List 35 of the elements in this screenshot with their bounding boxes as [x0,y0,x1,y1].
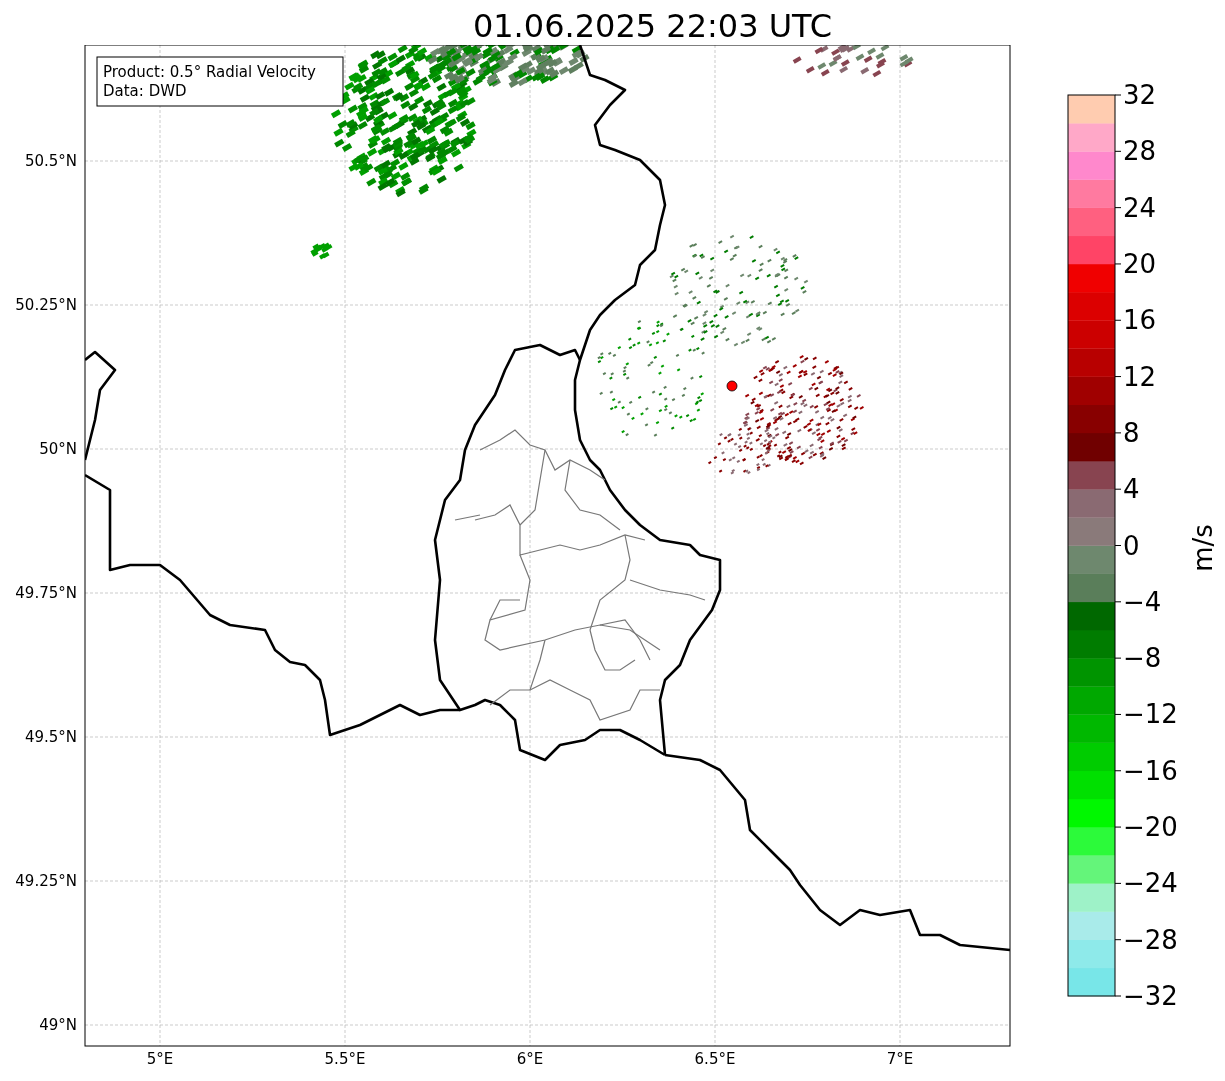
colorbar-tick-label: −28 [1123,924,1178,955]
colorbar-tick-label: −32 [1123,981,1178,1011]
longitude-label: 6°E [516,1050,544,1068]
colorbar-tick-label: −20 [1123,812,1178,843]
colorbar-tick-label: 20 [1123,248,1157,279]
colorbar-tick-label: 32 [1123,80,1157,110]
latitude-label: 49°N [39,1016,77,1034]
colorbar-tick-label: 4 [1123,474,1140,505]
radar-site-marker [726,380,738,392]
colorbar-tick-label: −8 [1123,643,1162,674]
latitude-label: 50°N [39,440,77,458]
colorbar-tick-label: 16 [1123,305,1157,336]
colorbar-tick-label: 12 [1123,361,1157,392]
colorbar-tick-label: 8 [1123,417,1140,448]
colorbar-tick-label: −12 [1123,699,1178,730]
latitude-label: 49.75°N [15,584,77,602]
latitude-label: 50.5°N [24,152,77,170]
latitude-label: 49.25°N [15,872,77,890]
colorbar-tick-label: 24 [1123,192,1157,223]
colorbar-tick-label: 0 [1123,530,1140,561]
colorbar-tick-label: −16 [1123,755,1178,786]
colorbar-tick-label: −24 [1123,868,1178,899]
colorbar-axis-label: m/s [1188,524,1218,572]
colorbar-tick-label: −4 [1123,586,1162,617]
longitude-label: 5.5°E [324,1050,366,1068]
longitude-label: 7°E [886,1050,914,1068]
colorbar-tick-label: 28 [1123,136,1157,167]
radar-echo-drawing [310,242,333,260]
chart-title: 01.06.2025 22:03 UTC [472,7,833,45]
latitude-label: 50.25°N [15,296,77,314]
info-text: Data: DWD [103,82,187,100]
info-text: Product: 0.5° Radial Velocity [103,63,316,81]
longitude-label: 6.5°E [694,1050,736,1068]
latitude-label: 49.5°N [24,728,77,746]
longitude-label: 5°E [146,1050,174,1068]
